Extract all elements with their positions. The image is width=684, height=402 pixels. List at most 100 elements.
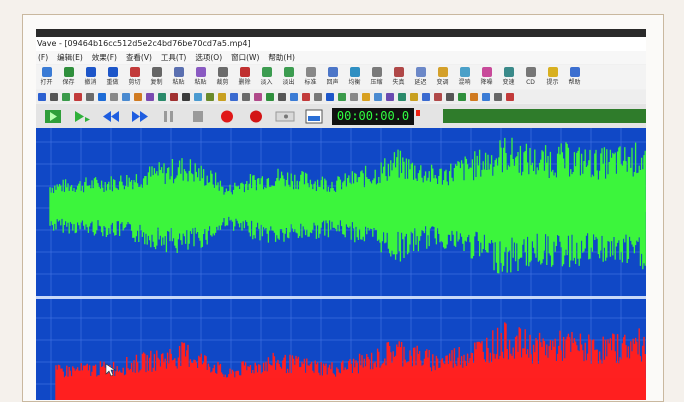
toolbar-button-5[interactable]: 剪切 (125, 65, 144, 89)
toolbar-button-15[interactable]: 均衡 (345, 65, 364, 89)
effect-tool-icon-15[interactable] (206, 92, 214, 101)
effect-tool-icon-2[interactable] (50, 92, 58, 101)
menu-file[interactable]: (F) (38, 51, 48, 64)
toolbar-button-11[interactable]: 淡入 (257, 65, 276, 89)
trim-icon (217, 67, 228, 77)
toolbar-button-1[interactable]: 打开 (37, 65, 56, 89)
effect-tool-icon-21[interactable] (278, 92, 286, 101)
effect-tool-icon-16[interactable] (218, 92, 226, 101)
effect-tool-icon-40[interactable] (506, 92, 514, 101)
effect-tool-icon-32[interactable] (410, 92, 418, 101)
effect-tool-icon-1[interactable] (38, 92, 46, 101)
effect-tool-icon-33[interactable] (422, 92, 430, 101)
effect-tool-icon-17[interactable] (230, 92, 238, 101)
effect-tool-icon-34[interactable] (434, 92, 442, 101)
effect-tool-icon-39[interactable] (494, 92, 502, 101)
record-alt-button[interactable] (245, 108, 267, 125)
toolbar-button-25[interactable]: 帮助 (565, 65, 584, 89)
effect-tool-icon-26[interactable] (338, 92, 346, 101)
fade-in-icon (261, 67, 272, 77)
toolbar-button-16[interactable]: 压缩 (367, 65, 386, 89)
menu-edit[interactable]: 编辑(E) (57, 51, 83, 64)
toolbar-button-label: 提示 (546, 79, 559, 86)
eq-icon (349, 67, 360, 77)
position-bar[interactable] (443, 109, 646, 123)
effect-tool-icon-23[interactable] (302, 92, 310, 101)
effect-tool-icon-18[interactable] (242, 92, 250, 101)
toolbar-button-8[interactable]: 粘贴 (191, 65, 210, 89)
effect-tool-icon-14[interactable] (194, 92, 202, 101)
toolbar-button-24[interactable]: 提示 (543, 65, 562, 89)
effect-tool-icon-29[interactable] (374, 92, 382, 101)
toolbar-button-23[interactable]: CD (521, 65, 540, 89)
menu-tools[interactable]: 工具(T) (161, 51, 186, 64)
effect-tool-icon-37[interactable] (470, 92, 478, 101)
effect-tool-icon-13[interactable] (182, 92, 190, 101)
toolbar-button-9[interactable]: 裁剪 (213, 65, 232, 89)
toolbar-button-12[interactable]: 淡出 (279, 65, 298, 89)
effect-tool-icon-9[interactable] (134, 92, 142, 101)
toolbar-button-label: 重做 (106, 79, 119, 86)
punch-button[interactable] (274, 108, 296, 125)
menu-window[interactable]: 窗口(W) (231, 51, 259, 64)
menu-help[interactable]: 帮助(H) (268, 51, 295, 64)
menu-options[interactable]: 选项(O) (195, 51, 222, 64)
toolbar-button-6[interactable]: 复制 (147, 65, 166, 89)
toolbar-button-2[interactable]: 保存 (59, 65, 78, 89)
toolbar-button-10[interactable]: 删除 (235, 65, 254, 89)
echo-icon (327, 67, 338, 77)
play-loop-button[interactable] (71, 108, 93, 125)
effect-tool-icon-11[interactable] (158, 92, 166, 101)
effect-tool-icon-6[interactable] (98, 92, 106, 101)
effect-tool-icon-12[interactable] (170, 92, 178, 101)
effects-toolbar (36, 90, 646, 103)
effect-tool-icon-31[interactable] (398, 92, 406, 101)
toolbar-button-7[interactable]: 粘贴 (169, 65, 188, 89)
effect-tool-icon-24[interactable] (314, 92, 322, 101)
toolbar-button-17[interactable]: 失真 (389, 65, 408, 89)
toolbar-button-21[interactable]: 降噪 (477, 65, 496, 89)
record-button[interactable] (216, 108, 238, 125)
effect-tool-icon-8[interactable] (122, 92, 130, 101)
effect-tool-icon-30[interactable] (386, 92, 394, 101)
toolbar-button-label: 延迟 (414, 79, 427, 86)
toolbar-button-14[interactable]: 回声 (323, 65, 342, 89)
menu-view[interactable]: 查看(V) (126, 51, 152, 64)
waveform-canvas (36, 128, 646, 400)
effect-tool-icon-28[interactable] (362, 92, 370, 101)
effect-tool-icon-5[interactable] (86, 92, 94, 101)
effect-tool-icon-3[interactable] (62, 92, 70, 101)
waveform-view[interactable] (36, 128, 646, 400)
rewind-button[interactable] (100, 108, 122, 125)
toolbar-button-18[interactable]: 延迟 (411, 65, 430, 89)
stop-button[interactable] (187, 108, 209, 125)
effect-tool-icon-20[interactable] (266, 92, 274, 101)
effect-tool-icon-36[interactable] (458, 92, 466, 101)
effect-tool-icon-10[interactable] (146, 92, 154, 101)
toolbar-button-label: 变调 (436, 79, 449, 86)
effect-tool-icon-38[interactable] (482, 92, 490, 101)
effect-tool-icon-35[interactable] (446, 92, 454, 101)
effect-tool-icon-27[interactable] (350, 92, 358, 101)
effect-tool-icon-7[interactable] (110, 92, 118, 101)
pause-button[interactable] (158, 108, 180, 125)
toolbar-button-22[interactable]: 变速 (499, 65, 518, 89)
undo-icon (85, 67, 96, 77)
toolbar-button-20[interactable]: 混响 (455, 65, 474, 89)
effect-tool-icon-22[interactable] (290, 92, 298, 101)
folder-icon (41, 67, 52, 77)
fast-forward-button[interactable] (129, 108, 151, 125)
menu-effects[interactable]: 效果(F) (92, 51, 117, 64)
toolbar-button-19[interactable]: 变调 (433, 65, 452, 89)
effect-tool-icon-25[interactable] (326, 92, 334, 101)
view-button[interactable] (303, 108, 325, 125)
toolbar-button-13[interactable]: 标准 (301, 65, 320, 89)
fade-out-icon (283, 67, 294, 77)
effect-tool-icon-19[interactable] (254, 92, 262, 101)
toolbar-button-4[interactable]: 重做 (103, 65, 122, 89)
distort-icon (393, 67, 404, 77)
delete-icon (239, 67, 250, 77)
play-button[interactable] (42, 108, 64, 125)
toolbar-button-3[interactable]: 撤消 (81, 65, 100, 89)
effect-tool-icon-4[interactable] (74, 92, 82, 101)
